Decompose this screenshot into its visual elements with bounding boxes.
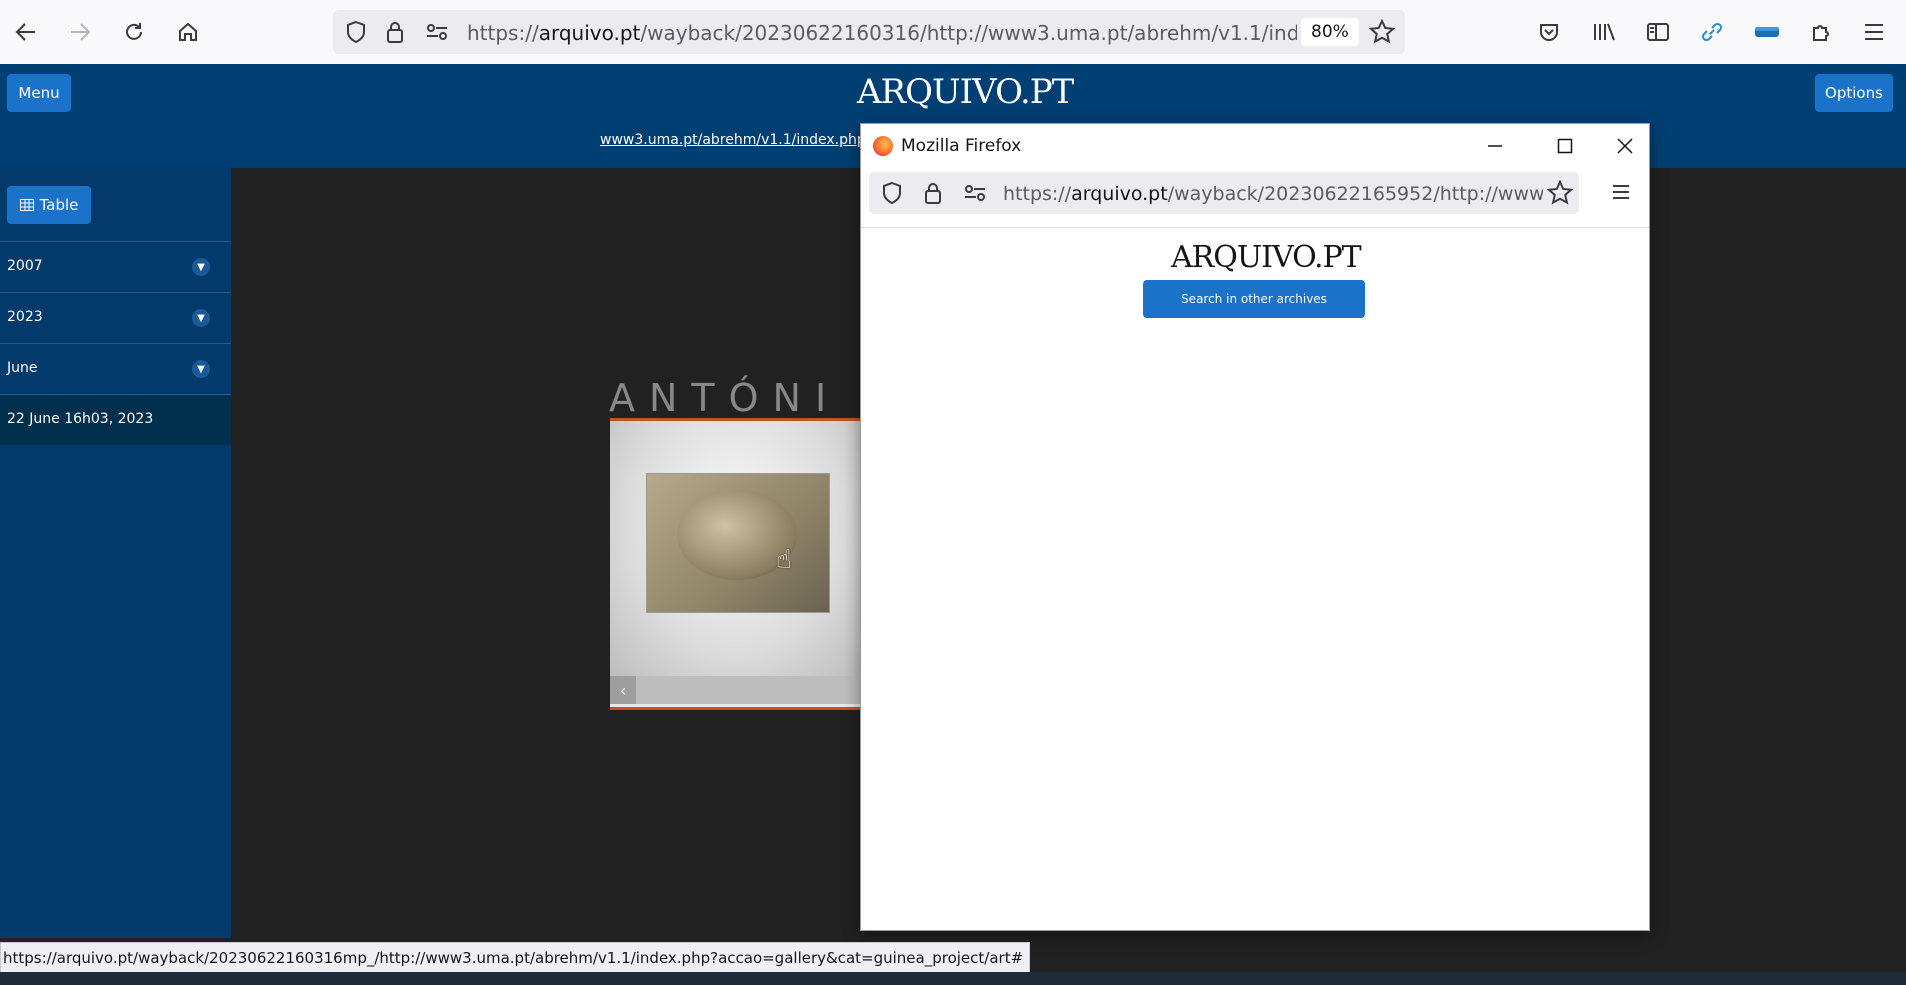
month-dropdown[interactable]: June ▼	[0, 343, 231, 394]
archived-site-title: ANTÓNI	[609, 376, 841, 420]
year-dropdown-2007[interactable]: 2007 ▼	[0, 241, 231, 292]
year-label: 2007	[7, 258, 43, 274]
library-icon[interactable]	[1588, 16, 1620, 48]
bookmark-star-icon[interactable]	[1369, 19, 1395, 45]
arquivo-logo[interactable]: ARQUIVO.PT	[857, 72, 1074, 112]
popup-address-bar[interactable]: https://arquivo.pt/wayback/2023062216595…	[869, 172, 1579, 214]
image-gallery: ‹	[610, 418, 860, 710]
link-extension-icon[interactable]	[1696, 16, 1728, 48]
site-permissions-icon[interactable]	[425, 22, 449, 42]
gallery-nav-bar: ‹	[610, 676, 860, 704]
options-button[interactable]: Options	[1815, 74, 1893, 112]
firefox-popup-window: Mozilla Firefox https://arquivo.pt/wayba…	[860, 123, 1650, 931]
tracking-shield-icon[interactable]	[345, 20, 367, 44]
search-other-archives-button[interactable]: Search in other archives	[1143, 280, 1365, 318]
site-permissions-icon[interactable]	[963, 183, 987, 203]
forward-arrow-icon[interactable]	[64, 16, 96, 48]
reload-icon[interactable]	[118, 16, 150, 48]
popup-divider	[861, 227, 1649, 228]
caret-down-icon[interactable]: ▼	[192, 309, 210, 327]
os-taskbar	[0, 972, 1906, 985]
year-label: 2023	[7, 309, 43, 325]
extensions-puzzle-icon[interactable]	[1805, 16, 1837, 48]
month-label: June	[7, 360, 38, 376]
lock-icon[interactable]	[923, 181, 943, 205]
caret-down-icon[interactable]: ▼	[192, 258, 210, 276]
popup-url-text[interactable]: https://arquivo.pt/wayback/2023062216595…	[1003, 183, 1543, 205]
archived-url-link[interactable]: www3.uma.pt/abrehm/v1.1/index.php?	[600, 132, 873, 148]
app-menu-icon[interactable]	[1858, 16, 1890, 48]
tracking-shield-icon[interactable]	[881, 181, 903, 205]
browser-toolbar: https://arquivo.pt/wayback/2023062216031…	[0, 0, 1906, 65]
bookmark-star-icon[interactable]	[1547, 180, 1573, 206]
table-grid-icon	[19, 199, 34, 211]
close-icon[interactable]	[1605, 130, 1645, 162]
year-dropdown-2023[interactable]: 2023 ▼	[0, 292, 231, 343]
popup-menu-icon[interactable]	[1611, 184, 1631, 200]
home-icon[interactable]	[172, 16, 204, 48]
zoom-level-badge[interactable]: 80%	[1301, 18, 1359, 46]
pocket-icon[interactable]	[1533, 16, 1565, 48]
lock-icon[interactable]	[385, 20, 405, 44]
table-view-label: Table	[39, 196, 79, 214]
link-status-bar: https://arquivo.pt/wayback/2023062216031…	[0, 942, 1031, 974]
caret-down-icon[interactable]: ▼	[192, 360, 210, 378]
menu-button[interactable]: Menu	[7, 74, 71, 112]
table-view-button[interactable]: Table	[7, 186, 91, 224]
address-bar[interactable]: https://arquivo.pt/wayback/2023062216031…	[333, 10, 1405, 54]
container-extension-icon[interactable]	[1751, 16, 1783, 48]
minimize-icon[interactable]	[1475, 130, 1515, 162]
popup-window-title: Mozilla Firefox	[901, 136, 1022, 156]
gallery-photo[interactable]	[646, 473, 830, 613]
url-text[interactable]: https://arquivo.pt/wayback/2023062216031…	[467, 21, 1297, 45]
hand-cursor-icon: ☝	[776, 545, 792, 575]
gallery-prev-icon[interactable]: ‹	[610, 676, 636, 704]
sidebar-toggle-icon[interactable]	[1642, 16, 1674, 48]
popup-arquivo-logo[interactable]: ARQUIVO.PT	[1171, 240, 1362, 275]
back-arrow-icon[interactable]	[10, 16, 42, 48]
selected-version-date[interactable]: 22 June 16h03, 2023	[0, 394, 231, 445]
gallery-background	[610, 421, 860, 676]
firefox-logo-icon	[873, 136, 893, 156]
maximize-icon[interactable]	[1545, 130, 1585, 162]
version-date-label: 22 June 16h03, 2023	[7, 411, 154, 427]
